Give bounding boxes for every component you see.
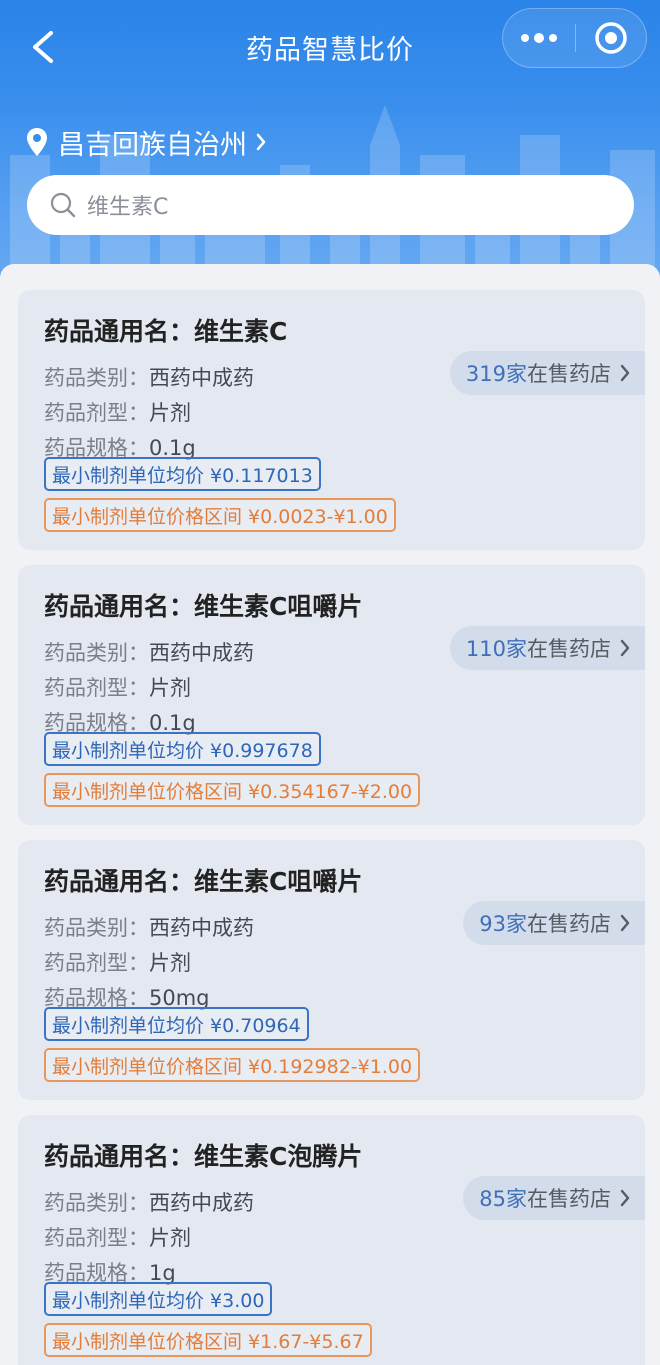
stores-button[interactable]: 319家 在售药店 [449,351,645,395]
mini-program-capsule [502,8,647,68]
more-dot-icon [549,34,557,42]
location-name: 昌吉回族自治州 [58,129,247,161]
chevron-right-icon [619,1188,631,1208]
drug-generic-name: 药品通用名：维生素C [44,317,288,346]
store-count: 110家 [465,637,527,661]
search-input[interactable] [87,192,567,218]
chevron-right-icon [619,913,631,933]
stores-button[interactable]: 110家 在售药店 [449,626,645,670]
drug-category: 药品类别：西药中成药 [44,1191,254,1215]
store-label: 在售药店 [527,1187,611,1211]
store-label: 在售药店 [527,637,611,661]
drug-card[interactable]: 药品通用名：维生素C泡腾片 药品类别：西药中成药 药品剂型：片剂 药品规格：1g… [18,1115,645,1365]
drug-form: 药品剂型：片剂 [44,676,191,700]
store-count: 93家 [479,912,527,936]
average-price-tag: 最小制剂单位均价 ¥0.997678 [44,732,321,766]
drug-form: 药品剂型：片剂 [44,401,191,425]
header-banner: 药品智慧比价 昌吉回族自治州 维生素C [0,0,660,300]
stores-button[interactable]: 93家 在售药店 [463,901,645,945]
drug-form: 药品剂型：片剂 [44,951,191,975]
drug-category: 药品类别：西药中成药 [44,641,254,665]
drug-generic-name: 药品通用名：维生素C咀嚼片 [44,592,363,621]
price-range-tag: 最小制剂单位价格区间 ¥0.0023-¥1.00 [44,498,396,532]
drug-card[interactable]: 药品通用名：维生素C咀嚼片 药品类别：西药中成药 药品剂型：片剂 药品规格：50… [18,840,645,1100]
store-count: 319家 [465,362,527,386]
drug-card[interactable]: 药品通用名：维生素C咀嚼片 药品类别：西药中成药 药品剂型：片剂 药品规格：0.… [18,565,645,825]
chevron-right-icon [255,132,267,152]
store-label: 在售药店 [527,362,611,386]
target-circle-icon [595,22,627,54]
location-pin-icon [26,127,48,157]
price-range-tag: 最小制剂单位价格区间 ¥0.354167-¥2.00 [44,773,421,807]
drug-generic-name: 药品通用名：维生素C咀嚼片 [44,867,363,896]
navbar: 药品智慧比价 [0,0,660,98]
drug-category: 药品类别：西药中成药 [44,366,254,390]
location-selector[interactable]: 昌吉回族自治州 [26,122,267,162]
drug-generic-name: 药品通用名：维生素C泡腾片 [44,1142,363,1171]
drug-list: 药品通用名：维生素C 药品类别：西药中成药 药品剂型：片剂 药品规格：0.1g … [0,264,660,1365]
search-icon [49,191,77,219]
more-dot-icon [534,33,544,43]
close-mini-program-button[interactable] [576,9,646,67]
chevron-right-icon [619,638,631,658]
more-button[interactable] [503,9,575,67]
price-range-tag: 最小制剂单位价格区间 ¥1.67-¥5.67 [44,1323,372,1357]
store-count: 85家 [479,1187,527,1211]
more-dot-icon [521,34,529,42]
chevron-right-icon [619,363,631,383]
average-price-tag: 最小制剂单位均价 ¥3.00 [44,1282,273,1316]
average-price-tag: 最小制剂单位均价 ¥0.70964 [44,1007,309,1041]
stores-button[interactable]: 85家 在售药店 [463,1176,645,1220]
store-label: 在售药店 [527,912,611,936]
drug-category: 药品类别：西药中成药 [44,916,254,940]
drug-card[interactable]: 药品通用名：维生素C 药品类别：西药中成药 药品剂型：片剂 药品规格：0.1g … [18,290,645,550]
drug-form: 药品剂型：片剂 [44,1226,191,1250]
search-bar[interactable] [27,175,634,235]
price-range-tag: 最小制剂单位价格区间 ¥0.192982-¥1.00 [44,1048,421,1082]
app-root: 药品智慧比价 昌吉回族自治州 维生素C 药品通用名：维生素C 药品类别：西药中成… [0,0,660,1365]
average-price-tag: 最小制剂单位均价 ¥0.117013 [44,457,321,491]
